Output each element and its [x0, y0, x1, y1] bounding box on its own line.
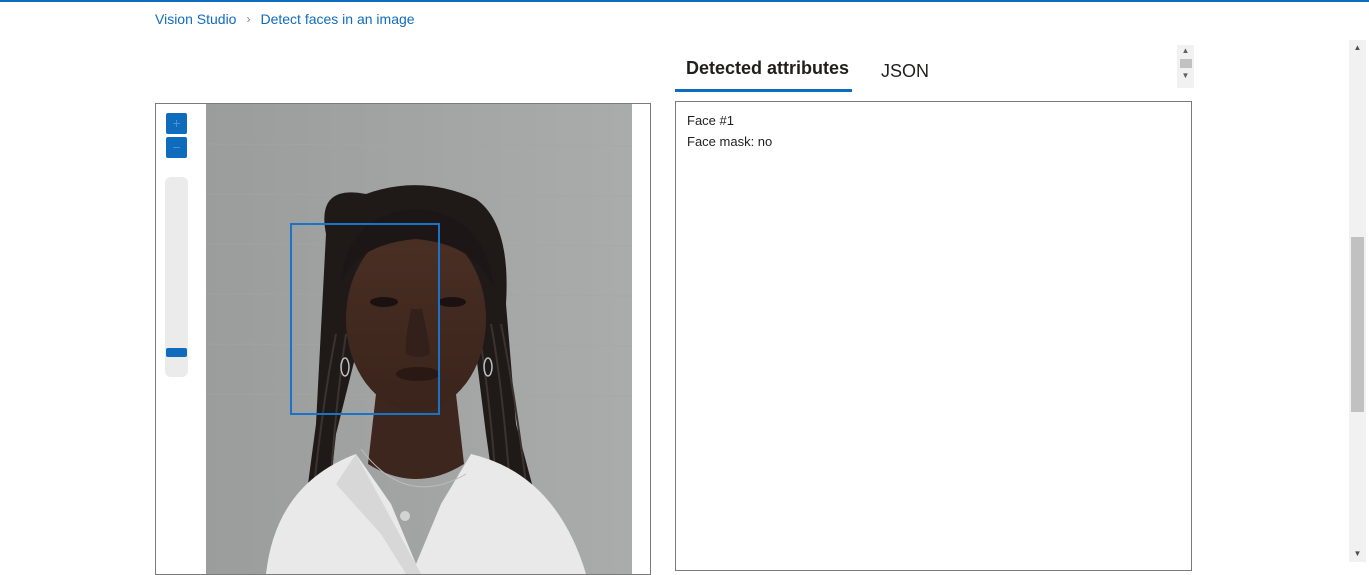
scroll-down-arrow-icon[interactable]: ▼: [1177, 70, 1194, 82]
face-title: Face #1: [687, 113, 734, 128]
minus-icon: [173, 147, 180, 148]
tab-detected-attributes[interactable]: Detected attributes: [675, 50, 853, 92]
scroll-up-arrow-icon[interactable]: ▲: [1349, 40, 1366, 56]
zoom-out-button[interactable]: [166, 137, 187, 158]
zoom-in-button[interactable]: [166, 113, 187, 134]
tab-json[interactable]: JSON: [878, 53, 932, 92]
face-mask-attribute: Face mask: no: [687, 134, 773, 149]
scroll-up-arrow-icon[interactable]: ▲: [1177, 45, 1194, 57]
detected-attributes-panel: Face #1 Face mask: no: [675, 101, 1192, 571]
breadcrumb-detect-faces[interactable]: Detect faces in an image: [260, 11, 414, 27]
scrollbar-thumb[interactable]: [1179, 59, 1192, 68]
zoom-slider[interactable]: [165, 177, 188, 377]
breadcrumb-vision-studio[interactable]: Vision Studio: [155, 11, 236, 27]
scroll-down-arrow-icon[interactable]: ▼: [1349, 546, 1366, 562]
image-viewer: [155, 103, 651, 575]
chevron-right-icon: ›: [246, 12, 251, 26]
tabs-scrollbar[interactable]: ▲ ▼: [1177, 45, 1194, 88]
zoom-slider-thumb[interactable]: [166, 347, 187, 357]
plus-icon: [173, 120, 180, 127]
breadcrumb: Vision Studio › Detect faces in an image: [155, 11, 415, 27]
page-scrollbar-thumb[interactable]: [1351, 237, 1364, 412]
results-tabs: Detected attributes JSON: [675, 50, 932, 92]
face-bounding-box[interactable]: [290, 223, 440, 415]
page-scrollbar[interactable]: ▲ ▼: [1349, 40, 1366, 562]
top-accent-line: [0, 0, 1369, 2]
